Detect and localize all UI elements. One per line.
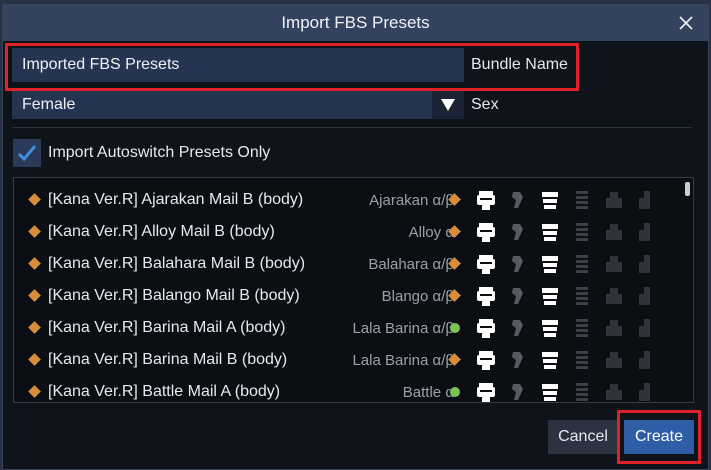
extra-armor-icon — [639, 383, 650, 401]
close-icon — [679, 16, 693, 30]
import-dialog: Import FBS Presets Imported FBS Presets … — [2, 4, 709, 470]
waist-armor-icon — [542, 256, 558, 273]
dialog-title: Import FBS Presets — [281, 13, 430, 32]
armor-icons — [474, 380, 658, 402]
bullet-icon — [28, 225, 41, 238]
cancel-button[interactable]: Cancel — [548, 420, 618, 454]
armor-icons — [474, 348, 658, 372]
arms-armor-icon — [512, 256, 523, 272]
sex-selected-value: Female — [22, 96, 76, 113]
chest-armor-icon — [477, 223, 495, 242]
preset-name: [Kana Ver.R] Ajarakan Mail B (body) — [48, 191, 304, 208]
checkmark-icon — [17, 145, 37, 162]
preset-name: [Kana Ver.R] Balango Mail B (body) — [48, 287, 300, 304]
bullet-icon — [28, 321, 41, 334]
preset-row[interactable]: [Kana Ver.R] Battle Mail A (body) Battle… — [14, 376, 674, 402]
preset-name: [Kana Ver.R] Barina Mail B (body) — [48, 351, 288, 368]
arms-armor-icon — [512, 320, 523, 336]
preset-alias: Blango α/β — [381, 287, 454, 305]
waist-armor-icon — [542, 384, 558, 401]
legs-armor-icon — [576, 287, 588, 305]
bullet-icon — [28, 353, 41, 366]
preset-alias: Battle α — [402, 383, 454, 401]
armor-icons — [474, 252, 658, 276]
bullet-icon — [28, 193, 41, 206]
preset-row[interactable]: [Kana Ver.R] Ajarakan Mail B (body) Ajar… — [14, 184, 674, 216]
legs-armor-icon — [576, 255, 588, 273]
extra-armor-icon — [639, 191, 650, 209]
extra-armor-icon — [639, 287, 650, 305]
list-scrollbar[interactable] — [685, 182, 690, 196]
status-dot-icon — [450, 323, 460, 333]
boots-armor-icon — [606, 352, 622, 368]
boots-armor-icon — [606, 288, 622, 304]
preset-alias: Lala Barina α/β — [352, 351, 454, 369]
autoswitch-label: Import Autoswitch Presets Only — [48, 144, 271, 161]
legs-armor-icon — [576, 351, 588, 369]
boots-armor-icon — [606, 256, 622, 272]
chevron-down-icon — [441, 99, 455, 111]
armor-icons — [474, 188, 658, 212]
arms-armor-icon — [512, 224, 523, 240]
preset-alias: Lala Barina α/β — [352, 319, 454, 337]
preset-name: [Kana Ver.R] Barina Mail A (body) — [48, 319, 286, 336]
chest-armor-icon — [477, 191, 495, 210]
armor-icons — [474, 284, 658, 308]
legs-armor-icon — [576, 319, 588, 337]
arms-armor-icon — [512, 288, 523, 304]
preset-row[interactable]: [Kana Ver.R] Balahara Mail B (body) Bala… — [14, 248, 674, 280]
preset-alias: Alloy α — [408, 223, 454, 241]
legs-armor-icon — [576, 223, 588, 241]
extra-armor-icon — [639, 223, 650, 241]
bullet-icon — [28, 257, 41, 270]
bullet-icon — [28, 385, 41, 398]
title-bar: Import FBS Presets — [3, 5, 708, 41]
sex-select[interactable]: Female — [12, 91, 464, 119]
bullet-icon — [28, 289, 41, 302]
legs-armor-icon — [576, 191, 588, 209]
preset-list[interactable]: [Kana Ver.R] Ajarakan Mail B (body) Ajar… — [13, 177, 694, 403]
preset-row[interactable]: [Kana Ver.R] Alloy Mail B (body) Alloy α — [14, 216, 674, 248]
chest-armor-icon — [477, 319, 495, 338]
autoswitch-checkbox[interactable] — [13, 139, 41, 167]
divider — [12, 127, 692, 128]
create-button[interactable]: Create — [624, 420, 694, 454]
chest-armor-icon — [477, 287, 495, 306]
waist-armor-icon — [542, 192, 558, 209]
waist-armor-icon — [542, 320, 558, 337]
legs-armor-icon — [576, 383, 588, 401]
boots-armor-icon — [606, 192, 622, 208]
armor-icons — [474, 316, 658, 340]
waist-armor-icon — [542, 224, 558, 241]
chest-armor-icon — [477, 383, 495, 402]
bundle-name-label: Bundle Name — [471, 56, 568, 73]
arms-armor-icon — [512, 384, 523, 400]
armor-icons — [474, 220, 658, 244]
status-dot-icon — [450, 387, 460, 397]
preset-row[interactable]: [Kana Ver.R] Barina Mail A (body) Lala B… — [14, 312, 674, 344]
extra-armor-icon — [639, 319, 650, 337]
extra-armor-icon — [639, 351, 650, 369]
preset-alias: Balahara α/β — [368, 255, 454, 273]
arms-armor-icon — [512, 352, 523, 368]
preset-alias: Ajarakan α/β — [369, 191, 454, 209]
preset-name: [Kana Ver.R] Alloy Mail B (body) — [48, 223, 275, 240]
dropdown-arrow[interactable] — [432, 91, 464, 119]
boots-armor-icon — [606, 320, 622, 336]
preset-row[interactable]: [Kana Ver.R] Balango Mail B (body) Blang… — [14, 280, 674, 312]
chest-armor-icon — [477, 351, 495, 370]
preset-name: [Kana Ver.R] Battle Mail A (body) — [48, 383, 281, 400]
sex-label: Sex — [471, 96, 499, 113]
boots-armor-icon — [606, 224, 622, 240]
preset-name: [Kana Ver.R] Balahara Mail B (body) — [48, 255, 306, 272]
chest-armor-icon — [477, 255, 495, 274]
close-button[interactable] — [674, 11, 698, 35]
waist-armor-icon — [542, 352, 558, 369]
preset-row[interactable]: [Kana Ver.R] Barina Mail B (body) Lala B… — [14, 344, 674, 376]
boots-armor-icon — [606, 384, 622, 400]
waist-armor-icon — [542, 288, 558, 305]
extra-armor-icon — [639, 255, 650, 273]
arms-armor-icon — [512, 192, 523, 208]
bundle-name-input[interactable]: Imported FBS Presets — [12, 48, 464, 82]
